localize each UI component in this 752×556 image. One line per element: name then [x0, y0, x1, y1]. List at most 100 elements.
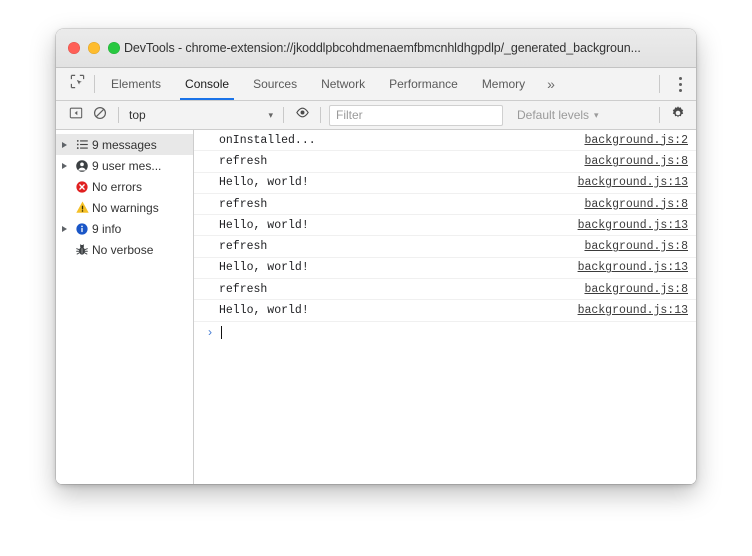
- console-message-row[interactable]: onInstalled... background.js:2: [194, 130, 696, 152]
- person-icon: [72, 159, 92, 173]
- console-message-text: Hello, world!: [219, 261, 309, 275]
- console-message-row[interactable]: Hello, world! background.js:13: [194, 300, 696, 322]
- inspect-element-button[interactable]: [62, 68, 92, 100]
- console-message-source-link[interactable]: background.js:13: [566, 261, 688, 274]
- tabbar-divider: [94, 75, 95, 93]
- info-icon: [72, 222, 92, 236]
- sidebar-toggle-button[interactable]: [64, 103, 88, 127]
- console-message-row[interactable]: Hello, world! background.js:13: [194, 173, 696, 194]
- devtools-window: DevTools - chrome-extension://jkoddlpbco…: [56, 29, 696, 484]
- clear-console-button[interactable]: [88, 103, 112, 127]
- chevron-down-icon: ▾: [594, 109, 599, 120]
- inspect-element-icon: [70, 74, 85, 94]
- tabbar-right-actions: [657, 68, 696, 100]
- bug-icon: [72, 243, 92, 257]
- sidebar-item-verbose[interactable]: No verbose: [56, 239, 193, 260]
- console-message-row[interactable]: Hello, world! background.js:13: [194, 258, 696, 280]
- tab-performance[interactable]: Performance: [377, 68, 470, 100]
- console-message-source-link[interactable]: background.js:8: [572, 240, 688, 253]
- tab-memory[interactable]: Memory: [470, 68, 537, 100]
- console-message-source-link[interactable]: background.js:8: [572, 283, 688, 296]
- console-message-source-link[interactable]: background.js:13: [566, 176, 688, 189]
- live-expression-button[interactable]: [290, 103, 314, 127]
- toolbar-divider-4: [659, 107, 660, 123]
- zoom-button[interactable]: [108, 42, 120, 54]
- sidebar-item-user-messages-label: 9 user mes...: [92, 158, 162, 173]
- console-settings-button[interactable]: [666, 103, 690, 127]
- text-cursor: [221, 326, 222, 340]
- window-titlebar: DevTools - chrome-extension://jkoddlpbco…: [56, 29, 696, 68]
- tab-overflow-button[interactable]: »: [537, 68, 565, 100]
- console-message-text: refresh: [219, 154, 268, 168]
- sidebar-item-info[interactable]: 9 info: [56, 218, 193, 239]
- console-message-row[interactable]: refresh background.js:8: [194, 236, 696, 258]
- console-sidebar: 9 messages 9 user mes... No errors No wa…: [56, 130, 194, 484]
- sidebar-item-user-messages[interactable]: 9 user mes...: [56, 155, 193, 176]
- disclosure-triangle-icon[interactable]: [56, 225, 72, 232]
- console-message-row[interactable]: refresh background.js:8: [194, 151, 696, 173]
- tab-console[interactable]: Console: [173, 68, 241, 100]
- gear-icon: [670, 105, 686, 126]
- sidebar-item-messages[interactable]: 9 messages: [56, 134, 193, 155]
- tab-performance-label: Performance: [389, 77, 458, 91]
- console-toolbar: top ▾ Default levels ▾: [56, 101, 696, 130]
- console-message-text: Hello, world!: [219, 304, 309, 318]
- tab-elements-label: Elements: [111, 77, 162, 91]
- execution-context-selector[interactable]: top ▾: [125, 108, 277, 122]
- error-icon: [72, 180, 92, 194]
- console-message-text: refresh: [219, 240, 268, 254]
- devtools-menu-button[interactable]: [664, 68, 696, 100]
- console-message-row[interactable]: refresh background.js:8: [194, 279, 696, 301]
- sidebar-item-warnings[interactable]: No warnings: [56, 197, 193, 218]
- sidebar-item-info-label: 9 info: [92, 221, 122, 236]
- console-prompt[interactable]: ›: [194, 322, 696, 344]
- prompt-chevron-icon: ›: [206, 325, 214, 340]
- log-levels-selector[interactable]: Default levels ▾: [517, 108, 599, 122]
- clear-console-icon: [93, 106, 107, 125]
- console-message-text: refresh: [219, 197, 268, 211]
- tab-elements[interactable]: Elements: [99, 68, 173, 100]
- log-levels-label: Default levels: [517, 108, 590, 122]
- console-message-text: Hello, world!: [219, 176, 309, 190]
- tab-memory-label: Memory: [481, 77, 526, 91]
- devtools-tabbar: Elements Console Sources Network Perform…: [56, 68, 696, 101]
- console-message-row[interactable]: refresh background.js:8: [194, 194, 696, 216]
- sidebar-item-warnings-label: No warnings: [92, 200, 159, 215]
- console-message-list[interactable]: onInstalled... background.js:2 refresh b…: [194, 130, 696, 484]
- console-message-source-link[interactable]: background.js:2: [572, 134, 688, 147]
- console-message-text: onInstalled...: [219, 133, 316, 147]
- tab-sources[interactable]: Sources: [241, 68, 309, 100]
- console-message-source-link[interactable]: background.js:13: [566, 219, 688, 232]
- chevron-double-right-icon: »: [547, 76, 555, 92]
- console-filter-input[interactable]: [329, 104, 503, 126]
- console-message-source-link[interactable]: background.js:8: [572, 198, 688, 211]
- console-message-source-link[interactable]: background.js:13: [566, 304, 688, 317]
- console-message-row[interactable]: Hello, world! background.js:13: [194, 215, 696, 237]
- disclosure-triangle-icon[interactable]: [56, 162, 72, 169]
- sidebar-item-messages-label: 9 messages: [92, 137, 157, 152]
- disclosure-triangle-icon[interactable]: [56, 141, 72, 148]
- list-icon: [72, 138, 92, 151]
- execution-context-value: top: [129, 108, 146, 122]
- console-message-source-link[interactable]: background.js:8: [572, 155, 688, 168]
- live-expression-eye-icon: [295, 105, 310, 125]
- tab-sources-label: Sources: [253, 77, 298, 91]
- console-body: 9 messages 9 user mes... No errors No wa…: [56, 130, 696, 484]
- tabbar-right-divider: [659, 75, 660, 93]
- sidebar-toggle-icon: [69, 106, 83, 125]
- sidebar-item-errors[interactable]: No errors: [56, 176, 193, 197]
- tab-network[interactable]: Network: [309, 68, 377, 100]
- warning-icon: [72, 200, 92, 215]
- sidebar-item-verbose-label: No verbose: [92, 242, 154, 257]
- chevron-down-icon: ▾: [268, 109, 273, 120]
- tab-network-label: Network: [321, 77, 366, 91]
- minimize-button[interactable]: [88, 42, 100, 54]
- traffic-lights: [56, 42, 120, 54]
- console-message-text: refresh: [219, 282, 268, 296]
- close-button[interactable]: [68, 42, 80, 54]
- window-title: DevTools - chrome-extension://jkoddlpbco…: [124, 41, 641, 55]
- console-message-text: Hello, world!: [219, 218, 309, 232]
- toolbar-divider-1: [118, 107, 119, 123]
- toolbar-divider-3: [320, 107, 321, 123]
- tab-console-label: Console: [185, 77, 230, 91]
